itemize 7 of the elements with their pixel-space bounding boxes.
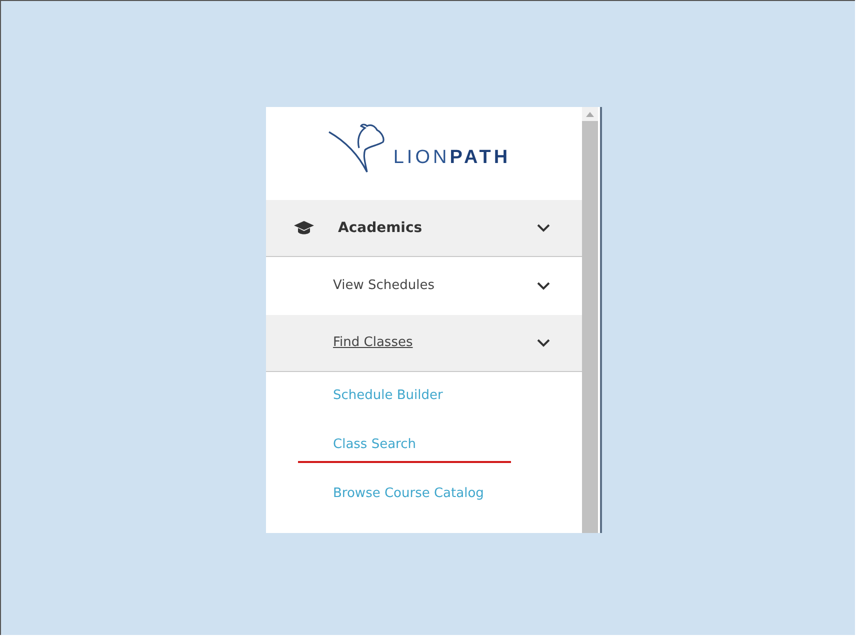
chevron-down-icon xyxy=(537,224,550,232)
graduation-cap-icon xyxy=(293,220,315,236)
chevron-down-icon xyxy=(537,338,550,347)
chevron-down-icon xyxy=(537,282,550,290)
academics-menu-item[interactable]: Academics xyxy=(266,200,582,258)
scroll-up-arrow-icon xyxy=(586,112,594,117)
submenu-item[interactable]: Find Classes xyxy=(266,314,582,372)
